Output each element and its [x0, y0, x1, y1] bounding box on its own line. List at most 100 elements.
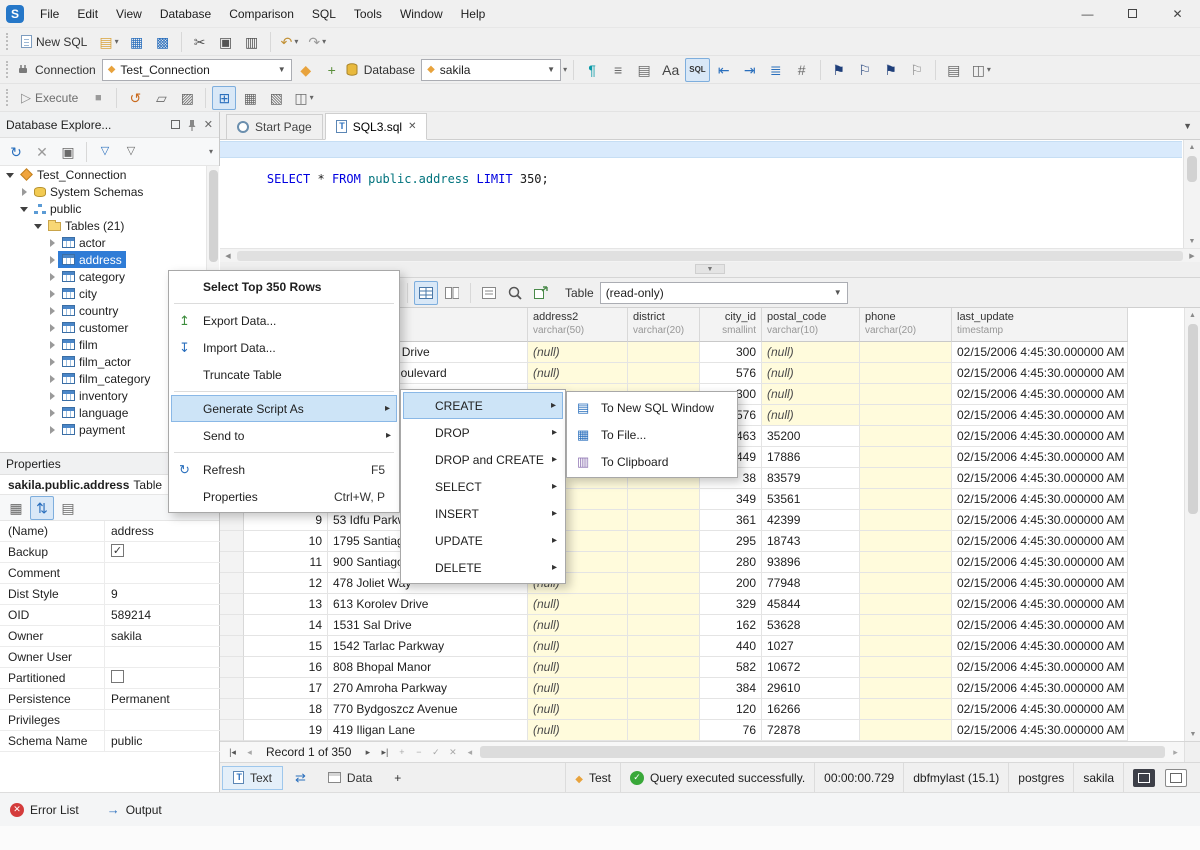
cell-address[interactable]: 808 Bhopal Manor	[328, 657, 528, 678]
layout-dark-toggle-button[interactable]	[1133, 769, 1155, 787]
editor-vscrollbar[interactable]: ▲ ▼	[1183, 140, 1200, 248]
cell-last-update[interactable]: 02/15/2006 4:45:30.000000 AM AD	[952, 363, 1128, 384]
property-value[interactable]: public	[104, 731, 220, 751]
cell-address-id[interactable]: 15	[244, 636, 328, 657]
align-icon[interactable]: ≣	[764, 58, 788, 82]
cell-address-id[interactable]: 10	[244, 531, 328, 552]
cell-district[interactable]	[628, 615, 700, 636]
grid-row[interactable]: 14 1531 Sal Drive (null) 162 53628 02/15…	[220, 615, 1184, 636]
search-icon[interactable]	[503, 281, 527, 305]
cell-phone[interactable]	[860, 426, 952, 447]
tree-item[interactable]: System Schemas	[0, 183, 220, 200]
menubar-item[interactable]: Database	[151, 0, 220, 28]
cell-postal-code[interactable]: 18743	[762, 531, 860, 552]
cell-phone[interactable]	[860, 342, 952, 363]
cell-district[interactable]	[628, 552, 700, 573]
expand-chevron-icon[interactable]	[46, 339, 58, 351]
menubar-item[interactable]: File	[31, 0, 68, 28]
cell-phone[interactable]	[860, 552, 952, 573]
expand-chevron-icon[interactable]	[46, 271, 58, 283]
cell-phone[interactable]	[860, 636, 952, 657]
cell-postal-code[interactable]: 53561	[762, 489, 860, 510]
indent-decrease-icon[interactable]: ⇤	[712, 58, 736, 82]
results-grid-icon[interactable]: ⊞	[212, 86, 236, 110]
stop-button[interactable]: ■	[86, 86, 110, 110]
next-bookmark-icon[interactable]: ⚑	[879, 58, 903, 82]
cell-postal-code[interactable]: 45844	[762, 594, 860, 615]
cell-last-update[interactable]: 02/15/2006 4:45:30.000000 AM AD	[952, 489, 1128, 510]
property-value[interactable]	[104, 647, 220, 667]
cell-city-id[interactable]: 349	[700, 489, 762, 510]
cell-city-id[interactable]: 384	[700, 678, 762, 699]
toggle-bookmark-icon[interactable]: ⚑	[827, 58, 851, 82]
cell-address2[interactable]: (null)	[528, 594, 628, 615]
cell-postal-code[interactable]: 29610	[762, 678, 860, 699]
cell-phone[interactable]	[860, 447, 952, 468]
scroll-right-arrow[interactable]: ▸	[1167, 744, 1184, 761]
toolbar-grip[interactable]	[6, 89, 10, 106]
expand-chevron-icon[interactable]	[46, 288, 58, 300]
submenu-item[interactable]: SELECT ▸	[403, 473, 563, 500]
cell-phone[interactable]	[860, 489, 952, 510]
text-view-icon[interactable]: Text	[222, 766, 283, 790]
cell-last-update[interactable]: 02/15/2006 4:45:30.000000 AM AD	[952, 615, 1128, 636]
cell-district[interactable]	[628, 573, 700, 594]
cell-address2[interactable]: (null)	[528, 720, 628, 741]
scroll-down-arrow[interactable]: ▼	[1184, 234, 1200, 248]
prev-bookmark-icon[interactable]: ⚐	[853, 58, 877, 82]
menubar-item[interactable]: Edit	[68, 0, 107, 28]
property-value[interactable]: Permanent	[104, 689, 220, 709]
cell-postal-code[interactable]: 1027	[762, 636, 860, 657]
minimize-button[interactable]: —	[1065, 0, 1110, 28]
menubar-item[interactable]: Help	[452, 0, 495, 28]
delete-record-button[interactable]: −	[410, 744, 427, 761]
multiple-grids-icon[interactable]: ▦	[238, 86, 262, 110]
cell-phone[interactable]	[860, 699, 952, 720]
submenu-item[interactable]: ▦ To File...	[569, 421, 735, 448]
tree-item[interactable]: actor	[0, 234, 220, 251]
swap-view-icon[interactable]	[285, 766, 316, 790]
expand-chevron-icon[interactable]	[4, 169, 16, 181]
cell-phone[interactable]	[860, 405, 952, 426]
cell-address2[interactable]: (null)	[528, 615, 628, 636]
column-header[interactable]: city_idsmallint	[700, 308, 762, 342]
cell-postal-code[interactable]: (null)	[762, 342, 860, 363]
cell-phone[interactable]	[860, 657, 952, 678]
cell-postal-code[interactable]: 83579	[762, 468, 860, 489]
comment-lines-icon[interactable]: ≡	[606, 58, 630, 82]
grid-row[interactable]: 18 770 Bydgoszcz Avenue (null) 120 16266…	[220, 699, 1184, 720]
query-plan-icon[interactable]: ▨	[175, 86, 199, 110]
tab-list-chevron[interactable]: ▼	[1183, 121, 1192, 131]
prev-record-button[interactable]: ◂	[241, 744, 258, 761]
append-record-button[interactable]: +	[393, 744, 410, 761]
tree-item[interactable]: Tables (21)	[0, 217, 220, 234]
sql-editor[interactable]: SELECT * FROM public.address LIMIT 350;	[220, 140, 1200, 248]
menubar-item[interactable]: SQL	[303, 0, 345, 28]
cell-address-id[interactable]: 13	[244, 594, 328, 615]
cell-last-update[interactable]: 02/15/2006 4:45:30.000000 AM AD	[952, 657, 1128, 678]
cell-district[interactable]	[628, 594, 700, 615]
pin-icon[interactable]	[187, 119, 197, 131]
scroll-down-arrow[interactable]: ▼	[1185, 727, 1200, 741]
column-header[interactable]: phonevarchar(20)	[860, 308, 952, 342]
cell-city-id[interactable]: 162	[700, 615, 762, 636]
cell-phone[interactable]	[860, 468, 952, 489]
property-value[interactable]	[104, 668, 220, 688]
cell-address[interactable]: 770 Bydgoszcz Avenue	[328, 699, 528, 720]
cell-address[interactable]: 1531 Sal Drive	[328, 615, 528, 636]
cell-city-id[interactable]: 280	[700, 552, 762, 573]
context-menu-item[interactable]: Generate Script As ▸	[171, 395, 397, 422]
submenu-item[interactable]: ▤ To New SQL Window	[569, 394, 735, 421]
menubar-item[interactable]: Comparison	[220, 0, 303, 28]
cell-city-id[interactable]: 300	[700, 342, 762, 363]
window-layout-icon[interactable]: ◫ ▾	[968, 58, 995, 82]
tree-item[interactable]: Test_Connection	[0, 166, 220, 183]
cell-last-update[interactable]: 02/15/2006 4:45:30.000000 AM AD	[952, 720, 1128, 741]
cell-address-id[interactable]: 14	[244, 615, 328, 636]
disconnect-icon[interactable]: ✕	[30, 140, 54, 164]
float-window-icon[interactable]	[171, 120, 180, 129]
connection-select[interactable]: ◆ Test_Connection ▼	[102, 59, 292, 81]
custom-filter-icon[interactable]: ▽	[119, 140, 143, 164]
editor-hscrollbar[interactable]: ◀ ▶	[220, 248, 1200, 262]
expand-chevron-icon[interactable]	[46, 237, 58, 249]
